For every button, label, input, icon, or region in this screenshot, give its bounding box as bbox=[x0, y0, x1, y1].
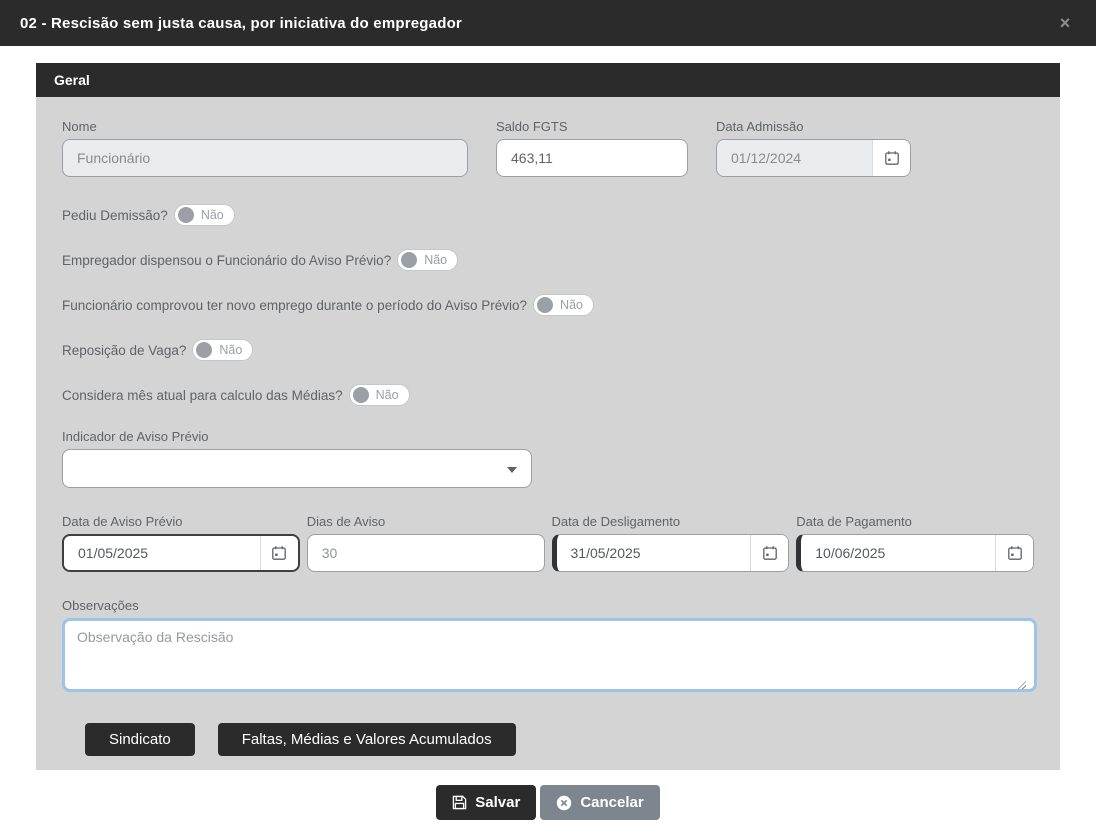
observacoes-label: Observações bbox=[62, 598, 1034, 613]
data-aviso-previo-label: Data de Aviso Prévio bbox=[62, 514, 300, 529]
toggle-pediu-demissao[interactable]: Não bbox=[174, 204, 235, 226]
modal-header: 02 - Rescisão sem justa causa, por inici… bbox=[0, 0, 1096, 46]
toggle-state: Não bbox=[560, 298, 583, 312]
toggle-label: Empregador dispensou o Funcionário do Av… bbox=[62, 253, 391, 268]
cancel-button-label: Cancelar bbox=[580, 794, 643, 811]
dias-de-aviso-input[interactable] bbox=[307, 534, 545, 572]
observacoes-textarea[interactable] bbox=[62, 618, 1037, 692]
toggle-mes-atual-medias[interactable]: Não bbox=[349, 384, 410, 406]
calendar-icon[interactable] bbox=[750, 535, 788, 571]
calendar-icon[interactable] bbox=[995, 535, 1033, 571]
toggle-knob bbox=[178, 207, 194, 223]
close-icon[interactable]: × bbox=[1054, 12, 1076, 34]
modal-footer: Salvar Cancelar bbox=[0, 785, 1096, 820]
toggle-novo-emprego[interactable]: Não bbox=[533, 294, 594, 316]
saldo-fgts-label: Saldo FGTS bbox=[496, 119, 688, 134]
section-header: Geral bbox=[36, 63, 1060, 97]
save-button[interactable]: Salvar bbox=[436, 785, 536, 820]
calendar-icon[interactable] bbox=[260, 536, 298, 570]
data-desligamento-label: Data de Desligamento bbox=[552, 514, 790, 529]
save-button-label: Salvar bbox=[475, 794, 520, 811]
toggle-knob bbox=[401, 252, 417, 268]
toggle-state: Não bbox=[201, 208, 224, 222]
toggle-knob bbox=[537, 297, 553, 313]
toggle-state: Não bbox=[424, 253, 447, 267]
toggle-row-dispensa-aviso: Empregador dispensou o Funcionário do Av… bbox=[62, 249, 1034, 271]
indicador-aviso-previo-select[interactable] bbox=[62, 449, 532, 488]
sindicato-button[interactable]: Sindicato bbox=[85, 723, 195, 756]
toggle-row-novo-emprego: Funcionário comprovou ter novo emprego d… bbox=[62, 294, 1034, 316]
data-admissao-label: Data Admissão bbox=[716, 119, 911, 134]
section-title: Geral bbox=[54, 72, 90, 88]
toggle-row-mes-atual-medias: Considera mês atual para calculo das Méd… bbox=[62, 384, 1034, 406]
toggle-knob bbox=[196, 342, 212, 358]
toggle-label: Pediu Demissão? bbox=[62, 208, 168, 223]
general-panel: Geral Nome Saldo FGTS Data Admissão bbox=[36, 63, 1060, 770]
toggle-knob bbox=[353, 387, 369, 403]
modal-title: 02 - Rescisão sem justa causa, por inici… bbox=[20, 15, 462, 32]
toggle-row-reposicao-vaga: Reposição de Vaga? Não bbox=[62, 339, 1034, 361]
chevron-down-icon bbox=[507, 467, 517, 473]
toggle-reposicao-vaga[interactable]: Não bbox=[192, 339, 253, 361]
toggle-label: Considera mês atual para calculo das Méd… bbox=[62, 388, 343, 403]
toggle-state: Não bbox=[219, 343, 242, 357]
faltas-medias-valores-button[interactable]: Faltas, Médias e Valores Acumulados bbox=[218, 723, 516, 756]
cancel-circle-x-icon bbox=[556, 795, 572, 811]
saldo-fgts-input[interactable] bbox=[496, 139, 688, 177]
data-pagamento-label: Data de Pagamento bbox=[796, 514, 1034, 529]
save-icon bbox=[452, 795, 467, 810]
calendar-icon[interactable] bbox=[872, 140, 910, 176]
dias-de-aviso-label: Dias de Aviso bbox=[307, 514, 545, 529]
toggle-row-pediu-demissao: Pediu Demissão? Não bbox=[62, 204, 1034, 226]
nome-input[interactable] bbox=[62, 139, 468, 177]
indicador-aviso-previo-label: Indicador de Aviso Prévio bbox=[62, 429, 1034, 444]
toggle-label: Funcionário comprovou ter novo emprego d… bbox=[62, 298, 527, 313]
toggle-dispensa-aviso[interactable]: Não bbox=[397, 249, 458, 271]
cancel-button[interactable]: Cancelar bbox=[540, 785, 659, 820]
toggle-label: Reposição de Vaga? bbox=[62, 343, 186, 358]
nome-label: Nome bbox=[62, 119, 468, 134]
toggle-state: Não bbox=[376, 388, 399, 402]
